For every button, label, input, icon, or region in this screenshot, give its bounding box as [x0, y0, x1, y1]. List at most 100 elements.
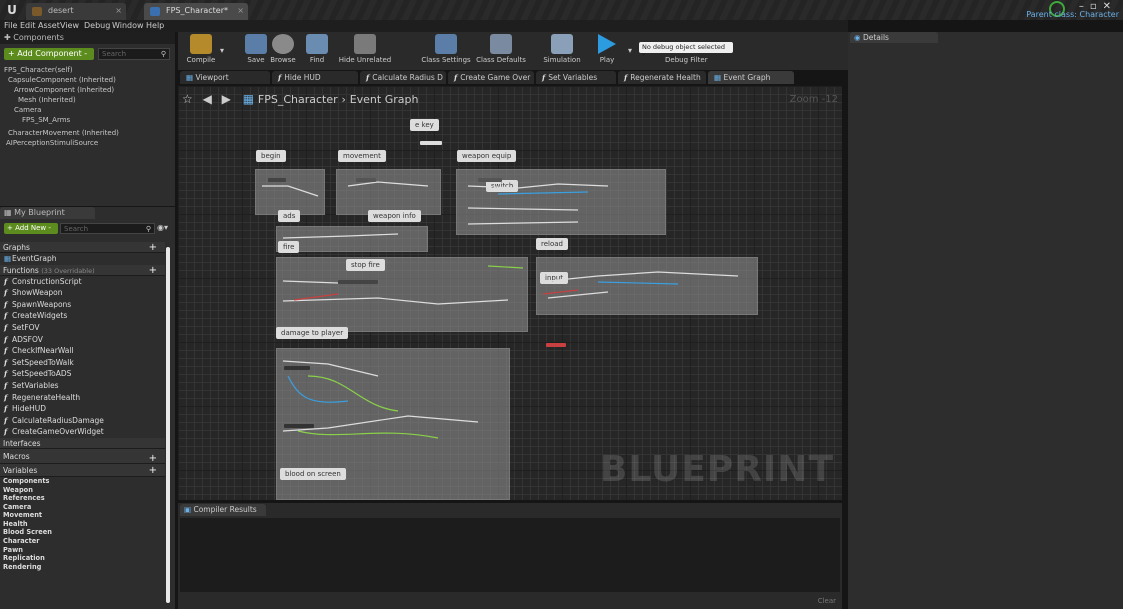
components-search-input[interactable]: Search ⚲	[98, 48, 170, 60]
parent-class-link[interactable]: Parent class: Character	[1026, 10, 1119, 19]
play-options-icon[interactable]: ▾	[628, 46, 632, 55]
function-item[interactable]: f CreateGameOverWidget	[0, 426, 165, 438]
component-capsule[interactable]: CapsuleComponent (Inherited)	[2, 75, 172, 85]
tab-create-game-over[interactable]: f Create Game Over	[448, 71, 534, 84]
hide-unrelated-button[interactable]: Hide Unrelated	[338, 34, 392, 64]
node-begin[interactable]	[268, 178, 286, 182]
play-button[interactable]: Play	[592, 34, 622, 64]
variable-category[interactable]: Replication	[0, 554, 165, 563]
variable-category[interactable]: Components	[0, 477, 165, 486]
function-label: HideHUD	[12, 404, 47, 414]
node-orphan[interactable]	[546, 343, 566, 347]
tab-fps-character[interactable]: FPS_Character* ×	[144, 3, 248, 20]
node-stop-fire[interactable]	[338, 280, 378, 284]
class-settings-label: Class Settings	[421, 56, 471, 64]
node-damage-2[interactable]	[284, 424, 314, 428]
variable-category[interactable]: References	[0, 494, 165, 503]
node-e-key[interactable]	[420, 141, 442, 145]
function-item[interactable]: f SetFOV	[0, 322, 165, 334]
simulation-icon	[551, 34, 573, 54]
menu-edit[interactable]: Edit	[20, 21, 36, 30]
function-item[interactable]: f CreateWidgets	[0, 310, 165, 322]
component-aiperception[interactable]: AIPerceptionStimuliSource	[2, 138, 172, 148]
clear-button[interactable]: Clear	[818, 597, 836, 605]
function-item[interactable]: f SetSpeedToADS	[0, 368, 165, 380]
function-item[interactable]: f ConstructionScript	[0, 276, 165, 288]
menu-view[interactable]: View	[60, 21, 79, 30]
function-item[interactable]: f HideHUD	[0, 403, 165, 415]
save-button[interactable]: Save	[241, 34, 271, 64]
tab-calculate-radius[interactable]: f Calculate Radius D	[360, 71, 446, 84]
tab-hide-hud[interactable]: f Hide HUD	[272, 71, 358, 84]
simulation-button[interactable]: Simulation	[540, 34, 584, 64]
menu-file[interactable]: File	[4, 21, 17, 30]
function-icon: f	[4, 427, 8, 437]
function-item[interactable]: f SetSpeedToWalk	[0, 357, 165, 369]
find-button[interactable]: Find	[302, 34, 332, 64]
function-item[interactable]: f CalculateRadiusDamage	[0, 415, 165, 427]
variable-category[interactable]: Weapon	[0, 486, 165, 495]
variables-section[interactable]: Variables +	[0, 463, 165, 477]
compile-options-icon[interactable]: ▾	[220, 46, 224, 55]
function-item[interactable]: f ShowWeapon	[0, 287, 165, 299]
debug-object-select[interactable]: No debug object selected ▾	[639, 42, 733, 59]
add-graph-icon[interactable]: +	[149, 242, 157, 253]
tab-event-graph[interactable]: ▦ Event Graph	[708, 71, 794, 84]
add-variable-icon[interactable]: +	[149, 464, 157, 477]
macros-section[interactable]: Macros +	[0, 448, 165, 464]
scrollbar[interactable]	[166, 247, 170, 603]
tab-label: Create Game Over	[460, 73, 531, 82]
browse-button[interactable]: Browse	[268, 34, 298, 64]
search-placeholder: Search	[102, 50, 127, 58]
menu-debug[interactable]: Debug	[84, 21, 110, 30]
component-mesh[interactable]: Mesh (Inherited)	[2, 95, 172, 105]
class-defaults-button[interactable]: Class Defaults	[474, 34, 528, 64]
tab-set-variables[interactable]: f Set Variables	[536, 71, 616, 84]
function-label: ShowWeapon	[12, 288, 63, 298]
function-item[interactable]: f SpawnWeapons	[0, 299, 165, 311]
event-graph-item[interactable]: ▦ EventGraph	[0, 253, 165, 265]
node-weapon[interactable]	[478, 178, 502, 182]
node-damage[interactable]	[284, 366, 310, 370]
event-graph-canvas[interactable]: ☆ ◀ ▶ ▦ FPS_Character › Event Graph Zoom…	[178, 86, 842, 500]
variable-category[interactable]: Camera	[0, 503, 165, 512]
function-label: SpawnWeapons	[12, 299, 72, 309]
close-icon[interactable]: ×	[237, 6, 244, 15]
component-camera[interactable]: Camera	[2, 105, 172, 115]
variable-category[interactable]: Blood Screen	[0, 528, 165, 537]
function-item[interactable]: f RegenerateHealth	[0, 392, 165, 404]
blueprint-search-input[interactable]: Search ⚲	[60, 223, 155, 234]
function-item[interactable]: f SetVariables	[0, 380, 165, 392]
component-arms[interactable]: FPS_SM_Arms	[2, 115, 172, 125]
compiler-results-tab[interactable]: ▣ Compiler Results	[180, 504, 266, 516]
function-item[interactable]: f CheckIfNearWall	[0, 345, 165, 357]
menu-asset[interactable]: Asset	[38, 21, 60, 30]
graphs-section[interactable]: Graphs +	[0, 242, 165, 253]
variable-category[interactable]: Rendering	[0, 563, 165, 572]
tab-desert[interactable]: desert ×	[26, 3, 126, 20]
view-options-icon[interactable]: ◉▾	[157, 223, 168, 232]
add-new-button[interactable]: + Add New -	[4, 223, 58, 234]
variable-category[interactable]: Character	[0, 537, 165, 546]
compile-button[interactable]: Compile	[186, 34, 216, 64]
component-movement[interactable]: CharacterMovement (Inherited)	[2, 128, 172, 138]
component-arrow[interactable]: ArrowComponent (Inherited)	[2, 85, 172, 95]
node-movement[interactable]	[356, 178, 376, 182]
add-function-icon[interactable]: +	[149, 265, 157, 276]
variable-category[interactable]: Health	[0, 520, 165, 529]
variable-category[interactable]: Movement	[0, 511, 165, 520]
close-icon[interactable]: ×	[115, 6, 122, 15]
interfaces-section[interactable]: Interfaces	[0, 437, 165, 449]
component-self[interactable]: FPS_Character(self)	[2, 65, 172, 75]
function-item[interactable]: f ADSFOV	[0, 334, 165, 346]
tab-viewport[interactable]: ▦ Viewport	[180, 71, 270, 84]
variable-category[interactable]: Pawn	[0, 546, 165, 555]
menu-window[interactable]: Window	[112, 21, 144, 30]
add-component-button[interactable]: + Add Component -	[4, 48, 94, 60]
class-settings-button[interactable]: Class Settings	[420, 34, 472, 64]
menu-help[interactable]: Help	[146, 21, 164, 30]
details-tab[interactable]: ◉ Details	[850, 32, 938, 43]
tab-regenerate-health[interactable]: f Regenerate Health	[618, 71, 706, 84]
unreal-logo-icon[interactable]: U	[4, 2, 20, 18]
functions-section[interactable]: Functions (33 Overridable) +	[0, 264, 165, 276]
